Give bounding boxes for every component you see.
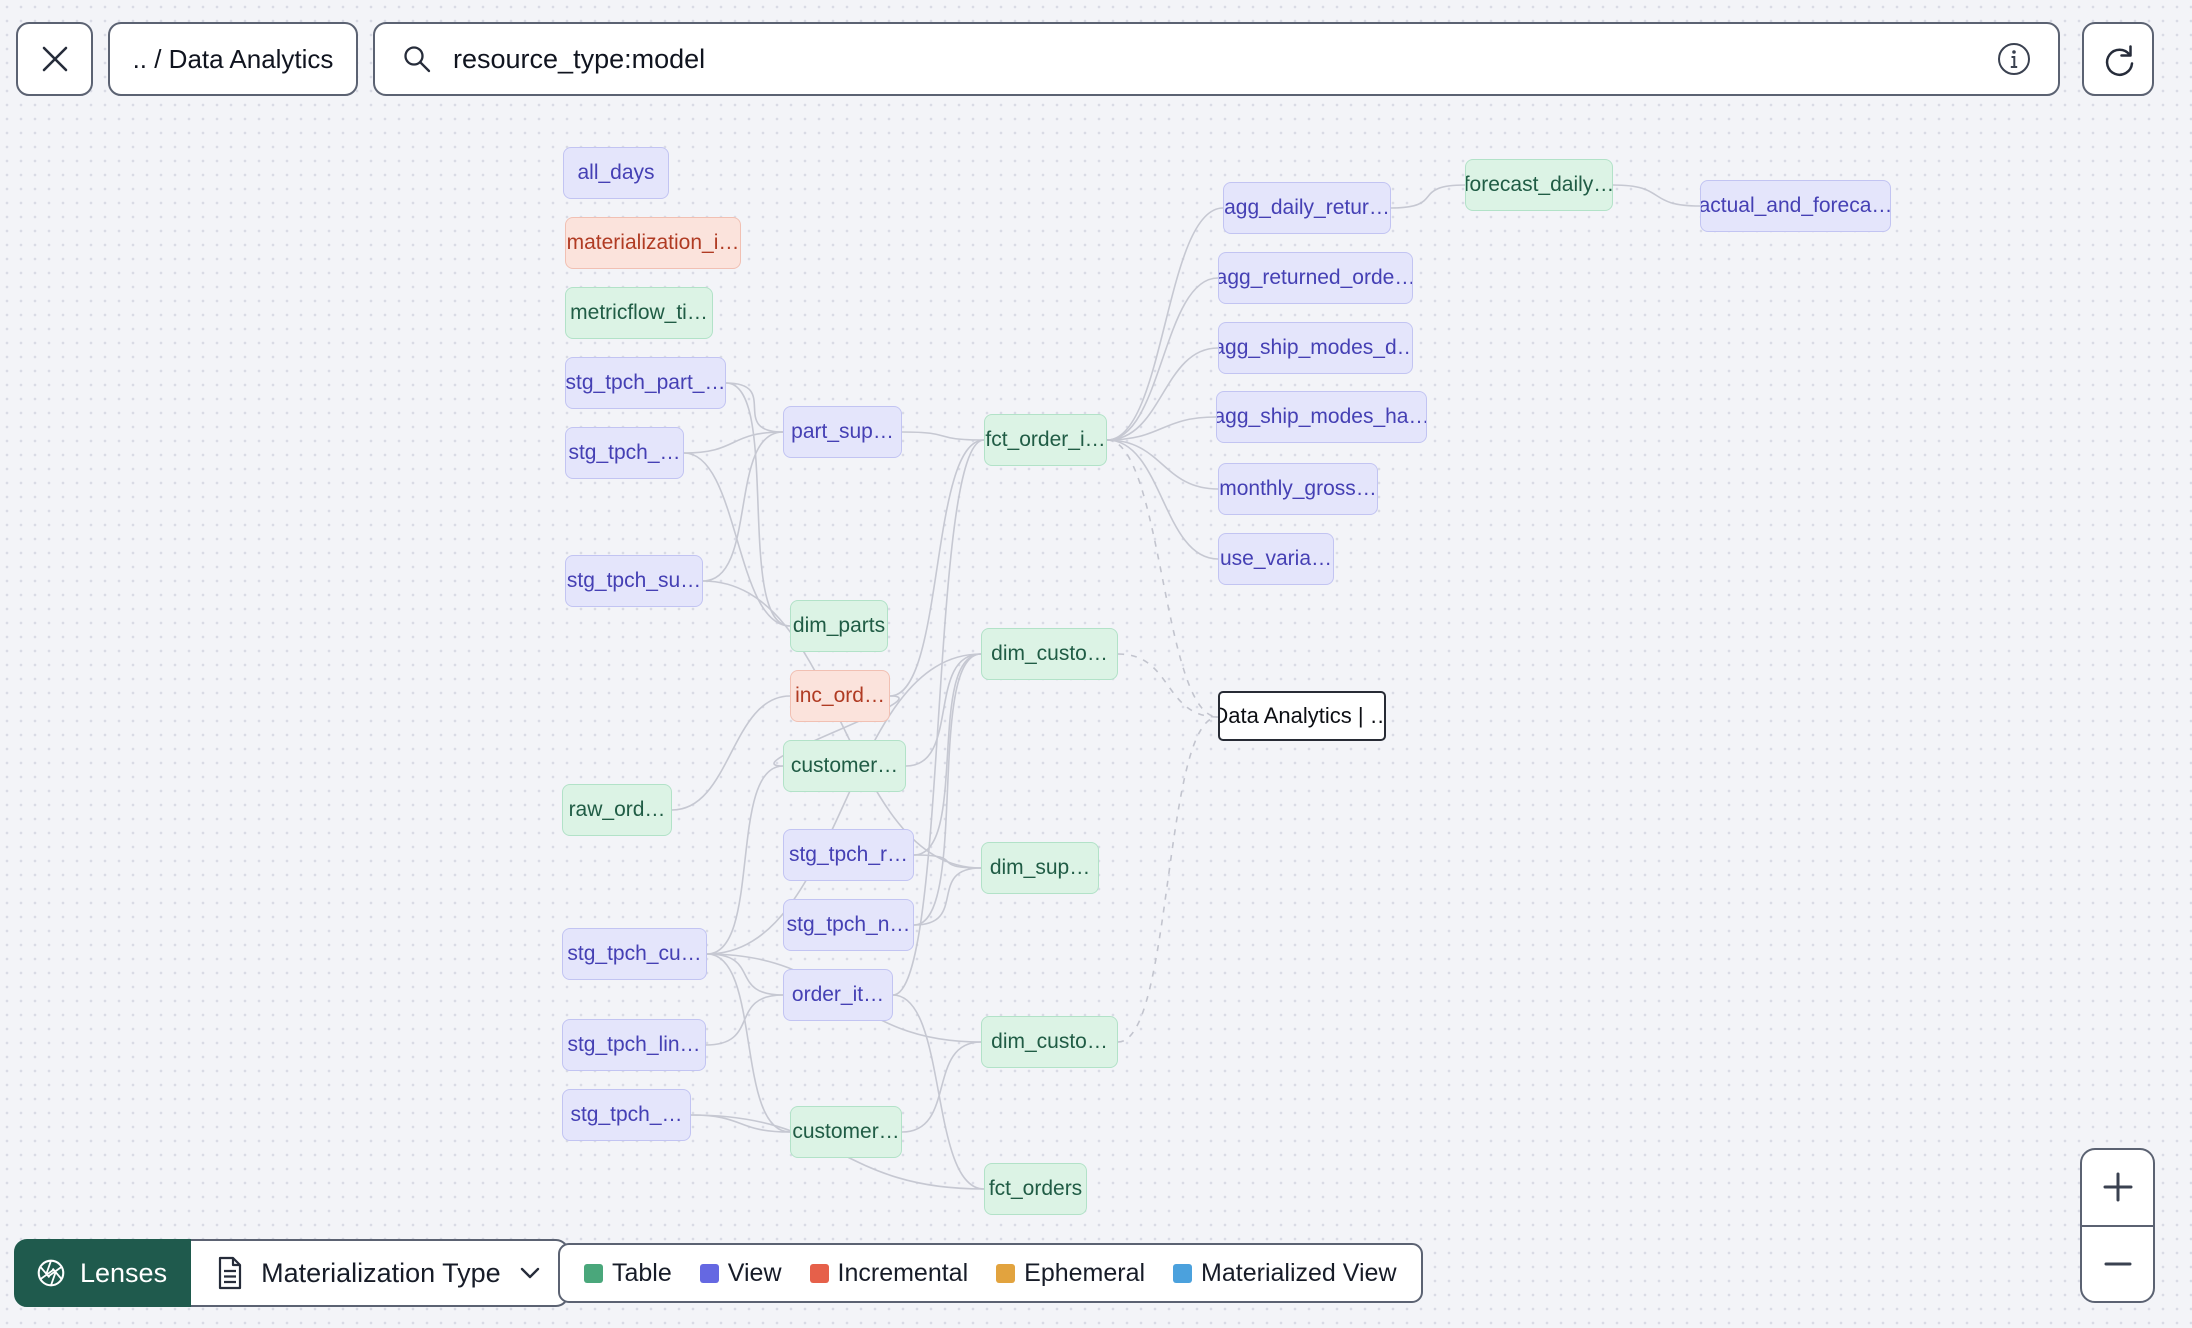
legend-swatch (996, 1263, 1016, 1283)
node-order_it[interactable]: order_it… (783, 969, 893, 1021)
close-button[interactable] (16, 22, 93, 96)
node-dim_custo[interactable]: dim_custo… (981, 628, 1118, 680)
legend-swatch (584, 1263, 603, 1283)
breadcrumb[interactable]: .. / Data Analytics (108, 22, 358, 96)
lenses-control: Lenses Materialization Type (14, 1239, 569, 1307)
node-fct_orders[interactable]: fct_orders (984, 1163, 1087, 1215)
node-inc_ord[interactable]: inc_ord… (790, 670, 890, 722)
node-use_varia[interactable]: use_varia… (1218, 533, 1334, 585)
node-metricflow_ti[interactable]: metricflow_ti… (565, 287, 713, 339)
node-monthly_gross[interactable]: monthly_gross… (1218, 463, 1378, 515)
node-agg_ship_modes_d[interactable]: agg_ship_modes_d… (1218, 322, 1413, 374)
close-icon (38, 42, 72, 76)
search-icon (401, 43, 433, 75)
node-customer2[interactable]: customer… (790, 1106, 902, 1158)
node-dim_parts[interactable]: dim_parts (790, 600, 888, 652)
legend-item: Table (584, 1259, 672, 1288)
node-customer1[interactable]: customer… (783, 740, 906, 792)
lens-selected-label: Materialization Type (261, 1257, 501, 1288)
node-stg_tpch_part[interactable]: stg_tpch_part_… (565, 357, 726, 409)
refresh-button[interactable] (2082, 22, 2154, 96)
legend-label: View (727, 1258, 782, 1287)
minus-icon (2101, 1247, 2135, 1281)
legend-label: Ephemeral (1024, 1258, 1146, 1287)
zoom-in-button[interactable] (2082, 1150, 2153, 1225)
search-input[interactable] (451, 42, 1978, 76)
refresh-icon (2099, 40, 2137, 78)
zoom-control (2080, 1148, 2155, 1303)
zoom-out-button[interactable] (2082, 1224, 2153, 1302)
node-stg_tpch_su[interactable]: stg_tpch_su… (565, 555, 703, 607)
legend-swatch (809, 1263, 829, 1283)
legend: Table View Incremental Ephemeral Materialize… (558, 1243, 1423, 1303)
lens-selector[interactable]: Materialization Type (191, 1239, 569, 1307)
node-dim_custo2[interactable]: dim_custo… (981, 1016, 1118, 1068)
node-fct_order_i[interactable]: fct_order_i… (984, 414, 1107, 466)
node-all_days[interactable]: all_days (563, 147, 669, 199)
legend-item: Materialized View (1173, 1258, 1397, 1288)
legend-label: Incremental (837, 1258, 969, 1287)
legend-swatch (699, 1263, 719, 1283)
node-stg_tpch_b[interactable]: stg_tpch_… (562, 1089, 691, 1141)
chevron-down-icon (517, 1260, 543, 1286)
node-raw_ord[interactable]: raw_ord… (562, 784, 672, 836)
node-agg_daily_retur[interactable]: agg_daily_retur… (1223, 182, 1391, 234)
lenses-button[interactable]: Lenses (14, 1239, 192, 1307)
info-icon[interactable] (1996, 41, 2032, 77)
node-stg_tpch_lin[interactable]: stg_tpch_lin… (562, 1019, 706, 1071)
node-forecast_daily[interactable]: forecast_daily… (1465, 159, 1613, 211)
node-stg_tpch_r[interactable]: stg_tpch_r… (783, 829, 914, 881)
legend-item: View (699, 1258, 782, 1288)
breadcrumb-label: .. / Data Analytics (132, 43, 334, 74)
legend-label: Materialized View (1201, 1258, 1397, 1287)
node-agg_returned_orde[interactable]: agg_returned_orde… (1218, 252, 1413, 304)
legend-label: Table (612, 1258, 672, 1287)
lineage-canvas: all_days materialization_i… metricflow_ti…… (0, 0, 2192, 1328)
legend-item: Incremental (809, 1258, 969, 1288)
node-stg_tpch_n[interactable]: stg_tpch_n… (783, 899, 914, 951)
plus-icon (2101, 1170, 2135, 1204)
node-dim_sup[interactable]: dim_sup… (981, 842, 1099, 894)
legend-swatch (1173, 1263, 1193, 1283)
node-materialization_i[interactable]: materialization_i… (565, 217, 741, 269)
node-stg_tpch_cu[interactable]: stg_tpch_cu… (562, 928, 707, 980)
node-stg_tpch_a[interactable]: stg_tpch_… (565, 427, 684, 479)
lenses-label: Lenses (80, 1257, 168, 1288)
document-icon (215, 1256, 245, 1290)
node-exposure[interactable]: Data Analytics | … (1218, 691, 1386, 741)
node-actual_and_foreca[interactable]: actual_and_foreca… (1700, 180, 1891, 232)
node-agg_ship_modes_ha[interactable]: agg_ship_modes_ha… (1216, 391, 1427, 443)
aperture-icon (34, 1256, 68, 1290)
search-bar (373, 22, 2060, 96)
legend-item: Ephemeral (996, 1259, 1145, 1288)
node-part_sup[interactable]: part_sup… (783, 406, 902, 458)
